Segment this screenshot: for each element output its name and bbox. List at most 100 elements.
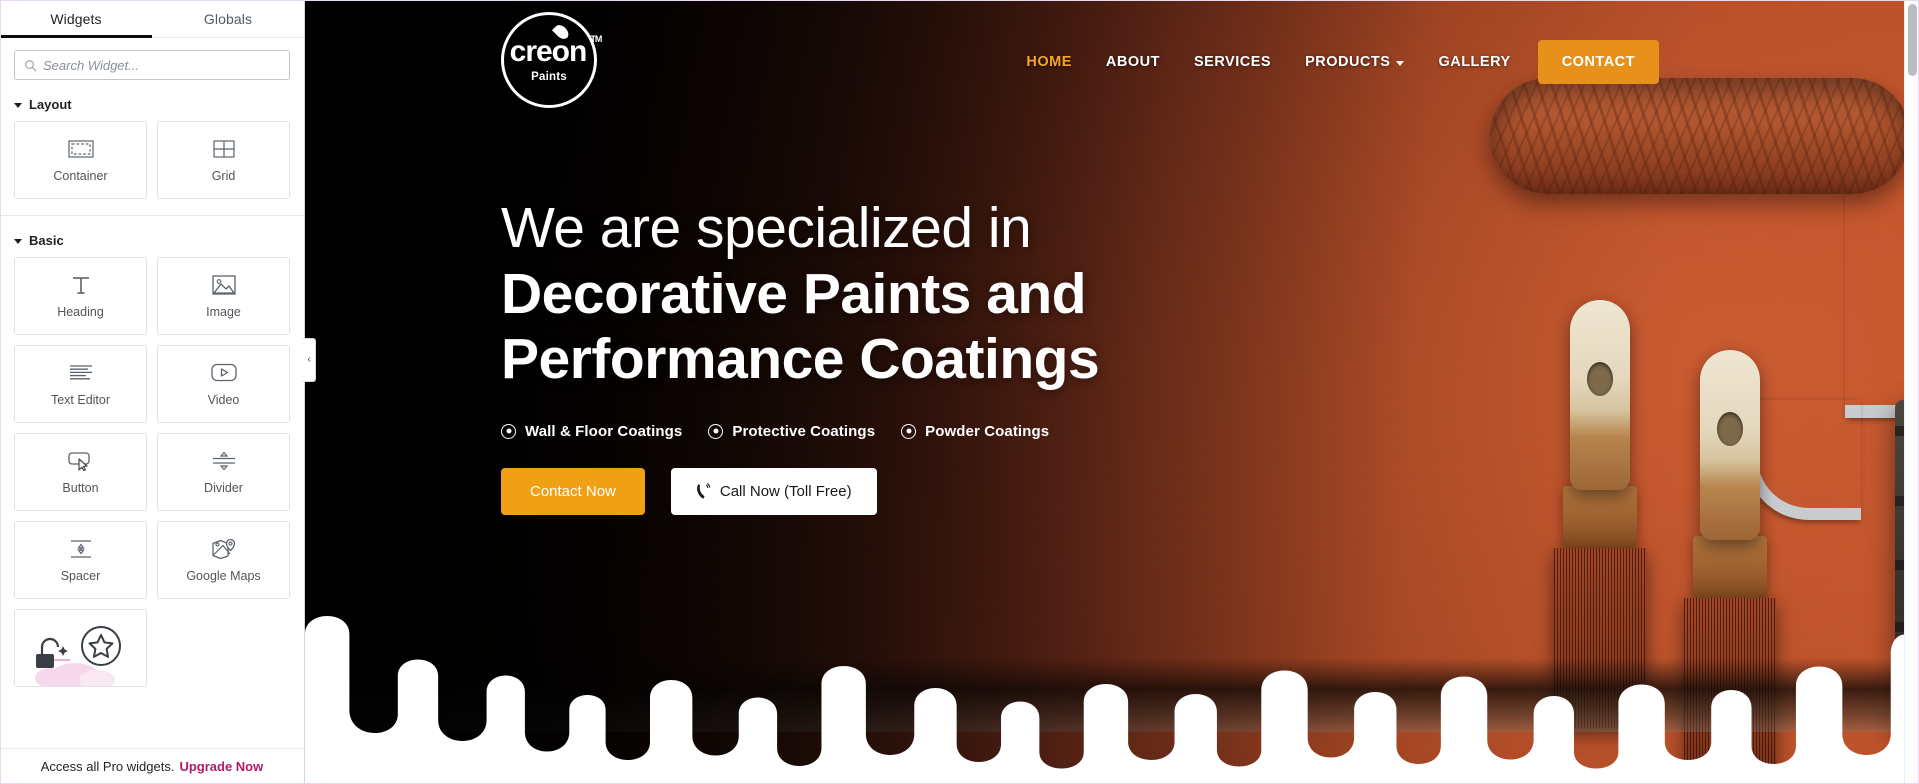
site-navbar: creon TM Paints HOME ABOUT SERVICES PROD… — [305, 0, 1919, 112]
google-maps-icon — [211, 538, 237, 560]
chevron-down-icon — [14, 102, 22, 108]
section-header-layout[interactable]: Layout — [0, 80, 304, 121]
grid-icon — [212, 138, 235, 160]
site-logo[interactable]: creon TM Paints — [501, 12, 602, 108]
canvas-vertical-scrollbar[interactable] — [1904, 0, 1919, 784]
search-box[interactable] — [14, 50, 290, 80]
dot-circle-icon — [501, 423, 516, 439]
hero-section: creon TM Paints HOME ABOUT SERVICES PROD… — [305, 0, 1919, 784]
menu-item-services[interactable]: SERVICES — [1177, 54, 1288, 70]
menu-item-gallery[interactable]: GALLERY — [1421, 54, 1527, 70]
widget-card-pro-locked[interactable] — [14, 609, 147, 687]
widget-card-image[interactable]: Image — [157, 257, 290, 335]
widget-card-google-maps[interactable]: Google Maps — [157, 521, 290, 599]
container-icon — [67, 138, 94, 160]
chevron-down-icon — [14, 238, 22, 244]
widget-label: Image — [206, 304, 241, 319]
menu-item-label: ABOUT — [1105, 54, 1160, 70]
feature-label: Wall & Floor Coatings — [525, 422, 683, 440]
main-menu: HOME ABOUT SERVICES PRODUCTS GALLERY CON… — [1009, 40, 1659, 84]
video-icon — [210, 362, 237, 384]
widget-card-video[interactable]: Video — [157, 345, 290, 423]
widgets-panel: Widgets Globals Layout — [0, 0, 316, 784]
hero-heading-line-3: Performance Coatings — [501, 327, 1100, 392]
dot-circle-icon — [708, 423, 724, 439]
feature-item: Wall & Floor Coatings — [501, 423, 682, 440]
logo-subtitle: Paints — [531, 70, 567, 83]
widget-card-heading[interactable]: Heading — [14, 257, 147, 335]
hero-heading: We are specialized in Decorative Paints … — [501, 196, 1100, 393]
section-title-layout: Layout — [29, 97, 72, 112]
pro-upgrade-text: Access all Pro widgets. — [40, 759, 175, 774]
widgets-scroll-area[interactable]: Layout Container Grid Basic Heading Imag… — [0, 80, 304, 784]
paint-drip-shape — [305, 614, 1919, 784]
widget-label: Container — [53, 168, 108, 183]
tab-widgets[interactable]: Widgets — [0, 0, 152, 38]
pro-upgrade-bar: Access all Pro widgets. Upgrade Now — [0, 748, 304, 784]
section-title-basic: Basic — [29, 233, 64, 248]
button-icon — [67, 450, 95, 472]
contact-button[interactable]: CONTACT — [1537, 40, 1659, 84]
preview-canvas[interactable]: creon TM Paints HOME ABOUT SERVICES PROD… — [305, 0, 1919, 784]
menu-item-label: GALLERY — [1438, 54, 1511, 70]
divider-icon — [211, 450, 237, 472]
chevron-down-icon — [1396, 60, 1405, 66]
hero-cta-row: Contact Now Call Now (Toll Free) — [501, 467, 1099, 515]
panel-tabs: Widgets Globals — [0, 0, 304, 38]
image-icon — [211, 274, 236, 296]
menu-item-about[interactable]: ABOUT — [1089, 54, 1177, 70]
phone-ring-icon — [696, 482, 711, 499]
feature-item: Powder Coatings — [901, 423, 1049, 440]
widget-card-spacer[interactable]: Spacer — [14, 521, 147, 599]
widget-card-divider[interactable]: Divider — [157, 433, 290, 511]
widget-card-container[interactable]: Container — [14, 121, 147, 199]
widget-label: Spacer — [60, 568, 101, 583]
editor-root: Widgets Globals Layout — [0, 0, 1919, 784]
scrollbar-thumb[interactable] — [1908, 4, 1917, 76]
menu-item-products[interactable]: PRODUCTS — [1288, 54, 1421, 70]
tab-globals[interactable]: Globals — [152, 0, 304, 37]
call-now-button[interactable]: Call Now (Toll Free) — [670, 467, 877, 515]
tab-globals-label: Globals — [203, 10, 253, 27]
widget-label: Grid — [211, 168, 236, 183]
menu-item-label: SERVICES — [1193, 54, 1272, 70]
heading-icon — [70, 274, 92, 296]
paint-drip-svg — [305, 616, 1919, 784]
menu-item-home[interactable]: HOME — [1009, 54, 1089, 70]
widget-grid-layout: Container Grid — [0, 121, 304, 209]
widget-card-grid[interactable]: Grid — [157, 121, 290, 199]
widget-label: Video — [207, 392, 240, 407]
chevron-left-icon: ‹ — [307, 354, 311, 365]
widget-card-text-editor[interactable]: Text Editor — [14, 345, 147, 423]
widget-label: Text Editor — [50, 392, 111, 407]
contact-now-button[interactable]: Contact Now — [501, 467, 645, 515]
hero-heading-line-2: Decorative Paints and — [501, 261, 1087, 326]
widget-label: Button — [62, 480, 99, 495]
pro-lock-star-icon — [35, 626, 121, 686]
call-now-label: Call Now (Toll Free) — [719, 482, 852, 500]
hero-content: We are specialized in Decorative Paints … — [501, 196, 1100, 515]
search-icon — [25, 60, 37, 72]
collapse-panel-handle[interactable]: ‹ — [303, 338, 316, 382]
section-header-basic[interactable]: Basic — [0, 216, 304, 257]
feature-label: Protective Coatings — [732, 422, 876, 440]
search-input[interactable] — [15, 51, 289, 79]
tab-widgets-label: Widgets — [50, 10, 102, 27]
search-widget-wrap — [0, 38, 304, 80]
text-editor-icon — [68, 362, 94, 384]
widget-label: Heading — [57, 304, 104, 319]
menu-item-label: PRODUCTS — [1305, 54, 1391, 70]
feature-item: Protective Coatings — [708, 423, 875, 440]
widget-grid-basic: Heading Image Text Editor Video Button D… — [0, 257, 304, 697]
feature-label: Powder Coatings — [925, 422, 1050, 440]
hero-feature-list: Wall & Floor Coatings Protective Coating… — [501, 423, 1099, 440]
hero-heading-line-1: We are specialized in — [501, 196, 1032, 260]
widget-label: Google Maps — [186, 568, 261, 583]
widget-label: Divider — [204, 480, 243, 495]
menu-item-label: HOME — [1026, 54, 1072, 70]
dot-circle-icon — [901, 423, 917, 439]
widget-card-button[interactable]: Button — [14, 433, 147, 511]
upgrade-now-link[interactable]: Upgrade Now — [179, 759, 263, 774]
logo-word: creon — [509, 34, 588, 68]
logo-trademark: TM — [590, 33, 602, 44]
